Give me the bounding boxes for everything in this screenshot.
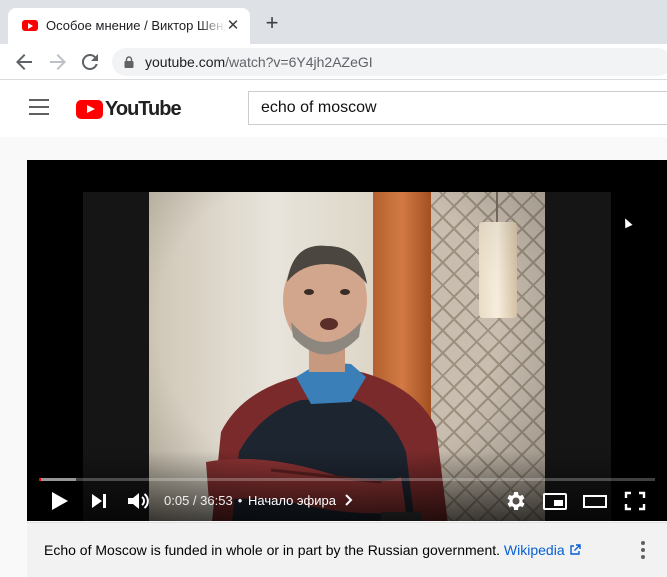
theater-mode-icon[interactable] xyxy=(582,488,608,514)
time-display: 0:05 / 36:53 • xyxy=(164,493,243,508)
volume-icon[interactable] xyxy=(125,488,151,514)
address-toolbar: youtube.com/watch?v=6Y4jh2AZeGI xyxy=(0,44,667,80)
reload-icon[interactable] xyxy=(78,50,102,74)
youtube-header: YouTube xyxy=(0,81,667,137)
wikipedia-link[interactable]: Wikipedia xyxy=(504,542,581,558)
miniplayer-icon[interactable] xyxy=(542,488,568,514)
youtube-favicon-icon xyxy=(22,20,38,31)
video-player[interactable]: 0:05 / 36:53 • Начало эфира xyxy=(27,160,667,521)
forward-arrow-icon[interactable] xyxy=(46,50,70,74)
close-icon[interactable]: ✕ xyxy=(224,17,242,35)
back-arrow-icon[interactable] xyxy=(12,50,36,74)
progress-loaded xyxy=(39,478,76,481)
search-input[interactable] xyxy=(249,92,667,124)
play-icon[interactable] xyxy=(47,488,71,514)
info-panel-text: Echo of Moscow is funded in whole or in … xyxy=(44,542,581,558)
duration: 36:53 xyxy=(200,493,233,508)
search-box[interactable] xyxy=(248,91,667,125)
wikipedia-link-label: Wikipedia xyxy=(503,542,565,558)
next-icon[interactable] xyxy=(88,488,110,514)
progress-played xyxy=(39,478,41,481)
url-text: youtube.com/watch?v=6Y4jh2AZeGI xyxy=(145,54,373,70)
fullscreen-icon[interactable] xyxy=(623,488,647,514)
tab-strip: Особое мнение / Виктор Шендерович ✕ + xyxy=(0,0,667,44)
progress-bar[interactable] xyxy=(39,478,655,481)
chapter-title-button[interactable]: Начало эфира xyxy=(248,493,354,508)
browser-window: Особое мнение / Виктор Шендерович ✕ + yo… xyxy=(0,0,667,577)
hamburger-menu-icon[interactable] xyxy=(29,99,49,115)
tab-title: Особое мнение / Виктор Шендерович xyxy=(46,18,226,33)
address-bar[interactable]: youtube.com/watch?v=6Y4jh2AZeGI xyxy=(112,48,667,76)
funding-notice: Echo of Moscow is funded in whole or in … xyxy=(44,542,501,558)
information-panel: Echo of Moscow is funded in whole or in … xyxy=(27,522,667,577)
external-link-icon xyxy=(569,544,581,555)
browser-tab[interactable]: Особое мнение / Виктор Шендерович ✕ xyxy=(8,8,250,44)
mouse-cursor xyxy=(621,216,633,229)
more-vert-icon[interactable] xyxy=(641,541,645,559)
lock-icon xyxy=(124,56,134,68)
url-host: youtube.com xyxy=(145,54,226,70)
settings-gear-icon[interactable] xyxy=(503,488,527,514)
chapter-title: Начало эфира xyxy=(248,493,336,508)
plus-icon[interactable]: + xyxy=(262,12,282,34)
url-path: /watch?v=6Y4jh2AZeGI xyxy=(225,54,373,70)
current-time: 0:05 xyxy=(164,493,190,508)
youtube-wordmark: YouTube xyxy=(105,98,182,120)
youtube-play-logo-icon xyxy=(76,100,103,119)
controls-gradient xyxy=(27,451,667,521)
chapter-chevron-icon xyxy=(344,494,353,506)
